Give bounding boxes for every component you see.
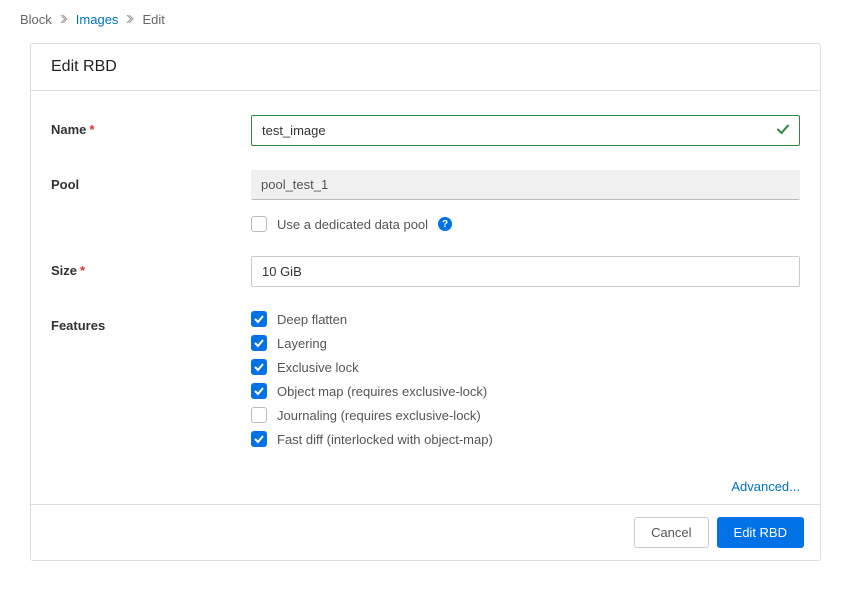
pool-label: Pool (51, 170, 251, 192)
card-body: Name* Pool Use a dedicated data pool ? (31, 91, 820, 504)
check-icon (776, 122, 790, 139)
size-row: Size* (51, 256, 800, 287)
feature-checkbox[interactable] (251, 335, 267, 351)
feature-label[interactable]: Object map (requires exclusive-lock) (277, 384, 487, 399)
feature-checkbox[interactable] (251, 407, 267, 423)
name-label: Name* (51, 115, 251, 137)
feature-row: Deep flatten (251, 311, 800, 327)
advanced-link[interactable]: Advanced... (731, 479, 800, 494)
feature-row: Layering (251, 335, 800, 351)
submit-button[interactable]: Edit RBD (717, 517, 804, 548)
pool-row: Pool (51, 170, 800, 200)
features-row: Features Deep flatten Layering Exclusive l… (51, 311, 800, 455)
card-footer: Cancel Edit RBD (31, 504, 820, 560)
cancel-button[interactable]: Cancel (634, 517, 708, 548)
feature-row: Exclusive lock (251, 359, 800, 375)
size-input[interactable] (251, 256, 800, 287)
size-input-wrap (251, 256, 800, 287)
feature-row: Fast diff (interlocked with object-map) (251, 431, 800, 447)
pool-input-wrap (251, 170, 800, 200)
feature-checkbox[interactable] (251, 383, 267, 399)
chevron-right-icon (60, 14, 68, 26)
name-row: Name* (51, 115, 800, 146)
pool-input (251, 170, 800, 200)
feature-label[interactable]: Journaling (requires exclusive-lock) (277, 408, 481, 423)
features-list: Deep flatten Layering Exclusive lock Object… (251, 311, 800, 455)
name-label-text: Name (51, 122, 86, 137)
feature-label[interactable]: Deep flatten (277, 312, 347, 327)
dedicated-pool-checkbox[interactable] (251, 216, 267, 232)
advanced-link-wrap: Advanced... (51, 479, 800, 494)
feature-checkbox[interactable] (251, 431, 267, 447)
feature-row: Object map (requires exclusive-lock) (251, 383, 800, 399)
name-input-wrap (251, 115, 800, 146)
feature-label[interactable]: Fast diff (interlocked with object-map) (277, 432, 493, 447)
edit-rbd-card: Edit RBD Name* Pool Use a dedicated d (30, 43, 821, 561)
feature-row: Journaling (requires exclusive-lock) (251, 407, 800, 423)
breadcrumb-images[interactable]: Images (76, 12, 119, 27)
name-input[interactable] (251, 115, 800, 146)
dedicated-pool-label[interactable]: Use a dedicated data pool (277, 217, 428, 232)
feature-checkbox[interactable] (251, 359, 267, 375)
card-title: Edit RBD (31, 44, 820, 91)
required-asterisk: * (89, 122, 94, 137)
feature-label[interactable]: Exclusive lock (277, 360, 359, 375)
feature-checkbox[interactable] (251, 311, 267, 327)
feature-label[interactable]: Layering (277, 336, 327, 351)
help-icon[interactable]: ? (438, 217, 452, 231)
required-asterisk: * (80, 263, 85, 278)
size-label-text: Size (51, 263, 77, 278)
features-label: Features (51, 311, 251, 333)
chevron-right-icon (126, 14, 134, 26)
breadcrumb: Block Images Edit (20, 12, 831, 27)
size-label: Size* (51, 256, 251, 278)
dedicated-pool-row: Use a dedicated data pool ? (251, 216, 800, 232)
breadcrumb-edit: Edit (142, 12, 164, 27)
breadcrumb-block: Block (20, 12, 52, 27)
